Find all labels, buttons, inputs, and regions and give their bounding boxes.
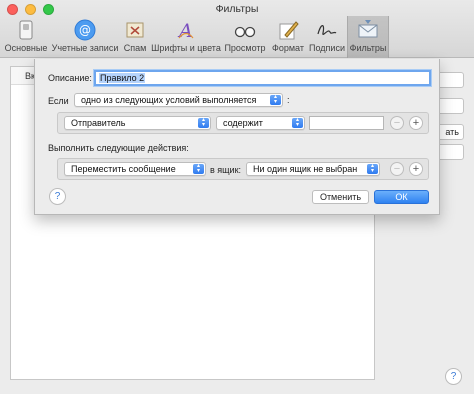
at-sign-icon: @ <box>74 19 96 41</box>
mailbox-select[interactable]: Ни один ящик не выбран ▴ ▾ <box>246 162 380 176</box>
glasses-icon <box>234 26 256 38</box>
tab-composing[interactable]: Формат <box>269 16 307 58</box>
tab-label: Учетные записи <box>51 43 119 53</box>
tab-accounts[interactable]: @ Учетные записи <box>50 16 120 58</box>
tab-signatures[interactable]: Подписи <box>308 16 346 58</box>
preferences-tabs: Основные @ Учетные записи Спам A Шрифты … <box>0 16 474 58</box>
preferences-help-button[interactable]: ? <box>445 368 462 385</box>
tab-junk[interactable]: Спам <box>121 16 149 58</box>
cancel-button[interactable]: Отменить <box>312 190 369 204</box>
pen-paper-icon <box>279 21 299 40</box>
description-label: Описание: <box>48 73 92 83</box>
action-type-select[interactable]: Переместить сообщение ▴ ▾ <box>64 162 206 176</box>
condition-mode-select[interactable]: одно из следующих условий выполняется ▴ ▾ <box>74 93 283 107</box>
svg-text:@: @ <box>79 23 91 37</box>
tab-viewing[interactable]: Просмотр <box>222 16 268 58</box>
mail-preferences-window: Фильтры Основные @ Учетные записи Спам A… <box>0 0 474 394</box>
rule-editor-sheet: Описание: Правило 2 Если одно из следующ… <box>34 59 440 215</box>
if-label: Если <box>48 96 69 106</box>
condition-row: Отправитель ▴ ▾ содержит ▴ ▾ − + <box>57 112 429 134</box>
general-switch-icon <box>19 20 33 40</box>
chevron-updown-icon: ▴ ▾ <box>270 94 281 105</box>
chevron-updown-icon: ▴ ▾ <box>198 117 209 128</box>
description-input[interactable]: Правило 2 <box>94 70 431 86</box>
actions-label: Выполнить следующие действия: <box>48 143 189 153</box>
chevron-updown-icon: ▴ ▾ <box>193 163 204 174</box>
description-value: Правило 2 <box>99 73 146 83</box>
tab-label: Основные <box>4 43 48 53</box>
condition-operator-select[interactable]: содержит ▴ ▾ <box>216 116 305 130</box>
condition-colon: : <box>287 95 290 105</box>
ok-button[interactable]: ОК <box>374 190 429 204</box>
fonts-colors-icon: A <box>177 20 194 41</box>
condition-field-value: Отправитель <box>71 118 126 128</box>
tab-label: Просмотр <box>224 43 266 53</box>
action-type-value: Переместить сообщение <box>71 164 176 174</box>
tab-label: Спам <box>123 43 147 53</box>
signature-icon <box>317 25 337 35</box>
junk-tray-icon <box>126 22 144 38</box>
mailbox-label: в ящик: <box>210 165 242 175</box>
remove-action-button[interactable]: − <box>390 162 404 176</box>
tab-fonts-colors[interactable]: A Шрифты и цвета <box>151 16 221 58</box>
condition-field-select[interactable]: Отправитель ▴ ▾ <box>64 116 211 130</box>
toolbar: Фильтры Основные @ Учетные записи Спам A… <box>0 0 474 58</box>
rules-envelope-icon <box>358 20 378 38</box>
condition-mode-value: одно из следующих условий выполняется <box>81 95 257 105</box>
condition-value-input[interactable] <box>309 116 384 130</box>
condition-operator-value: содержит <box>223 118 263 128</box>
remove-condition-button[interactable]: − <box>390 116 404 130</box>
tab-label: Подписи <box>309 43 345 53</box>
tab-general[interactable]: Основные <box>4 16 48 58</box>
mailbox-value: Ни один ящик не выбран <box>253 164 358 174</box>
chevron-updown-icon: ▴ ▾ <box>367 163 378 174</box>
add-condition-button[interactable]: + <box>409 116 423 130</box>
window-title: Фильтры <box>215 3 259 15</box>
tab-label: Формат <box>272 43 304 53</box>
tab-rules[interactable]: Фильтры <box>347 16 389 58</box>
add-action-button[interactable]: + <box>409 162 423 176</box>
tab-label: Шрифты и цвета <box>151 43 221 53</box>
tab-label: Фильтры <box>349 43 387 53</box>
chevron-updown-icon: ▴ ▾ <box>292 117 303 128</box>
action-row: Переместить сообщение ▴ ▾ в ящик: Ни один… <box>57 158 429 180</box>
sheet-help-button[interactable]: ? <box>49 188 66 205</box>
